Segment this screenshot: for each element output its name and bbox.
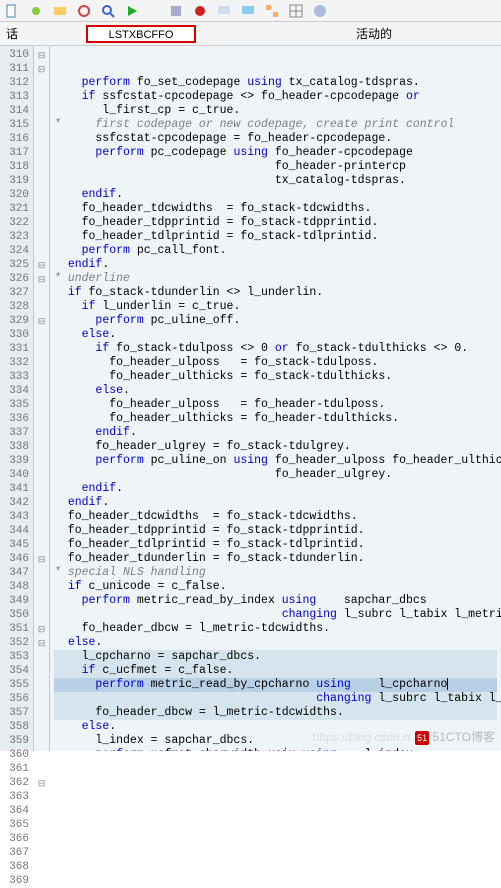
tb-bp-icon[interactable] [192,3,208,19]
tb-run-icon[interactable] [124,3,140,19]
search-input[interactable]: LSTXBCFFO [86,25,196,43]
code-editor: 3103113123133143153163173183193203213223… [0,46,501,751]
tb-debug-icon[interactable] [168,3,184,19]
tb-bookmark-icon[interactable] [240,3,256,19]
line-number-gutter: 3103113123133143153163173183193203213223… [0,46,34,751]
tb-wrench-icon[interactable] [28,3,44,19]
tb-help-icon[interactable] [312,3,328,19]
tb-comment-icon[interactable] [216,3,232,19]
tb-find-icon[interactable] [100,3,116,19]
code-area[interactable]: perform fo_set_codepage using tx_catalog… [50,46,501,751]
toolbar [0,0,501,22]
tb-struct-icon[interactable] [264,3,280,19]
tb-doc-icon[interactable] [4,3,20,19]
fold-gutter[interactable]: ⊟⊟⊟⊟⊟⊟⊟⊟⊟ [34,46,50,751]
tb-refresh-icon[interactable] [76,3,92,19]
searchbar: 话 LSTXBCFFO 活动的 [0,22,501,46]
status-label: 活动的 [356,25,392,42]
logo-icon: 51 [415,731,429,745]
watermark: https://blog.csdn.n 51 51CTO博客 [312,728,495,745]
tb-grid-icon[interactable] [288,3,304,19]
tb-class-icon[interactable] [52,3,68,19]
